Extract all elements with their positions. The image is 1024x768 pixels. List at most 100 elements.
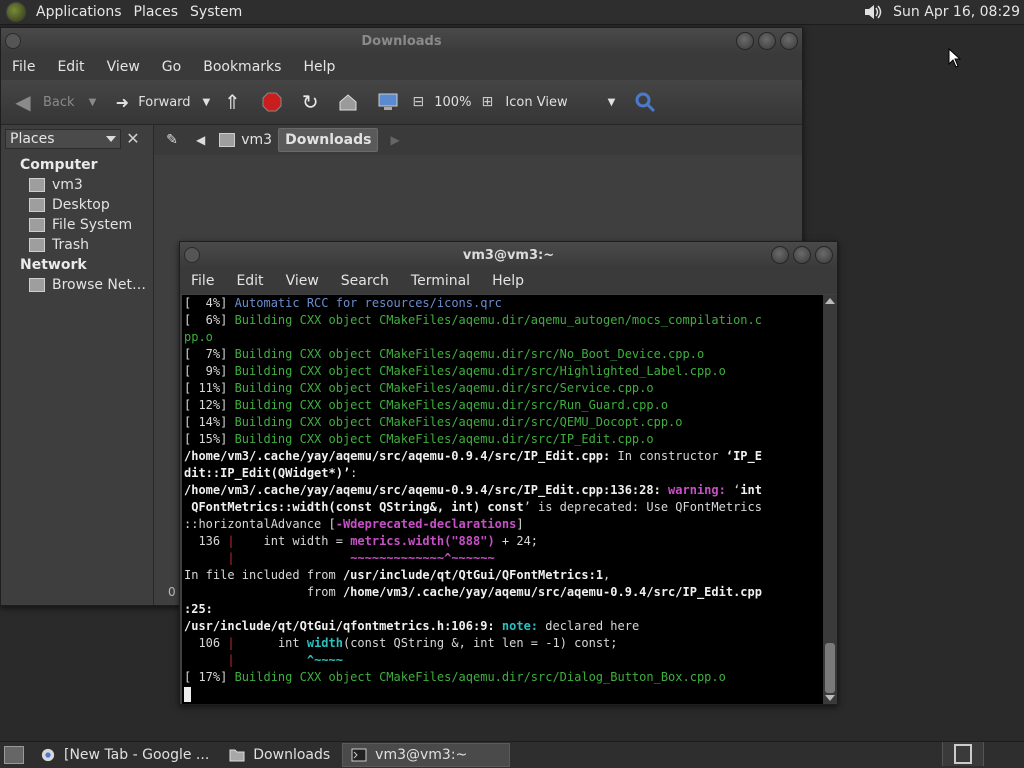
task-downloads[interactable]: Downloads bbox=[221, 744, 338, 766]
arrow-left-icon: ◀ bbox=[15, 90, 31, 114]
sidebar-heading-computer: Computer bbox=[20, 157, 98, 173]
terminal-line: [ 12%] Building CXX object CMakeFiles/aq… bbox=[182, 397, 823, 414]
terminal-text-segment: Building CXX object CMakeFiles/aqemu.dir… bbox=[234, 670, 726, 684]
forward-button[interactable]: ➜ Forward ▼ bbox=[110, 90, 211, 114]
terminal-text-segment: , bbox=[603, 568, 611, 582]
terminal-text-segment: [ 6%] bbox=[184, 313, 235, 327]
menu-edit[interactable]: Edit bbox=[225, 273, 274, 289]
stop-icon[interactable] bbox=[260, 90, 284, 114]
menu-bookmarks[interactable]: Bookmarks bbox=[192, 59, 292, 75]
sidebar-item-trash[interactable]: Trash bbox=[29, 237, 89, 253]
minimize-button[interactable] bbox=[736, 32, 754, 50]
scrollbar-thumb[interactable] bbox=[825, 643, 835, 693]
close-button[interactable] bbox=[815, 246, 833, 264]
sidebar-heading-network: Network bbox=[20, 257, 87, 273]
system-menu[interactable]: System bbox=[184, 4, 248, 20]
terminal-text-segment: :25: bbox=[184, 602, 213, 616]
window-titlebar[interactable]: Downloads bbox=[1, 28, 802, 54]
path-right-arrow[interactable]: ▶ bbox=[390, 133, 399, 147]
terminal-text-segment: [ 12%] bbox=[184, 398, 235, 412]
task-chrome[interactable]: [New Tab - Google ... bbox=[32, 744, 217, 766]
minimize-button[interactable] bbox=[771, 246, 789, 264]
terminal-text-segment: warning: bbox=[660, 483, 734, 497]
path-left-arrow[interactable]: ◀ bbox=[196, 133, 205, 147]
applications-menu[interactable]: Applications bbox=[30, 4, 128, 20]
terminal-text-segment: In file included from bbox=[184, 568, 343, 582]
home-icon[interactable] bbox=[336, 90, 360, 114]
terminal-line: [ 4%] Automatic RCC for resources/icons.… bbox=[182, 295, 823, 312]
menu-terminal[interactable]: Terminal bbox=[400, 273, 481, 289]
menu-view[interactable]: View bbox=[96, 59, 151, 75]
terminal-lines: [ 4%] Automatic RCC for resources/icons.… bbox=[182, 295, 823, 686]
scroll-down-icon[interactable] bbox=[825, 695, 835, 701]
mouse-pointer-icon bbox=[948, 48, 962, 68]
window-title: vm3@vm3:~ bbox=[462, 247, 555, 263]
terminal-text-segment: /usr/include/qt/QtGui/qfontmetrics.h:106… bbox=[184, 619, 495, 633]
terminal-line: 136 | int width = metrics.width("888") +… bbox=[182, 533, 823, 550]
terminal-text-segment: ::horizontalAdvance [ bbox=[184, 517, 336, 531]
menu-help[interactable]: Help bbox=[481, 273, 535, 289]
crumb-vm3[interactable]: vm3 bbox=[213, 129, 278, 151]
terminal-text-segment: | bbox=[227, 534, 235, 548]
places-menu[interactable]: Places bbox=[128, 4, 185, 20]
window-menu-button[interactable] bbox=[184, 247, 200, 263]
terminal-text-segment: ’ is deprecated: Use QFontMetrics bbox=[523, 500, 762, 514]
task-terminal[interactable]: vm3@vm3:~ bbox=[342, 743, 511, 767]
crumb-downloads[interactable]: Downloads bbox=[278, 128, 379, 152]
distro-logo-icon[interactable] bbox=[6, 2, 26, 22]
volume-icon[interactable] bbox=[863, 3, 883, 21]
zoom-out-icon[interactable]: ⊟ bbox=[406, 90, 430, 114]
edit-location-icon[interactable]: ✎ bbox=[160, 128, 184, 152]
terminal-output[interactable]: [ 4%] Automatic RCC for resources/icons.… bbox=[182, 295, 823, 704]
sidebar-item-desktop[interactable]: Desktop bbox=[29, 197, 110, 213]
terminal-line: :25: bbox=[182, 601, 823, 618]
terminal-line: | ~~~~~~~~~~~~~^~~~~~~ bbox=[182, 550, 823, 567]
workspace-switcher[interactable] bbox=[942, 742, 1024, 768]
computer-icon[interactable] bbox=[376, 90, 400, 114]
sidebar-item-file-system[interactable]: File System bbox=[29, 217, 132, 233]
window-menu-button[interactable] bbox=[5, 33, 21, 49]
show-desktop-button[interactable] bbox=[4, 746, 24, 764]
menu-go[interactable]: Go bbox=[151, 59, 192, 75]
terminal-line: | ^~~~~ bbox=[182, 652, 823, 669]
workspace-1[interactable] bbox=[942, 742, 983, 766]
sidebar-places-select[interactable]: Places bbox=[5, 129, 121, 149]
forward-dropdown-icon[interactable]: ▼ bbox=[203, 97, 211, 108]
view-mode-select[interactable]: Icon View ▼ bbox=[505, 95, 615, 110]
terminal-text-segment: from bbox=[184, 585, 343, 599]
terminal-text-segment: ‘IP_E bbox=[725, 449, 762, 463]
reload-icon[interactable]: ↻ bbox=[298, 90, 322, 114]
menu-file[interactable]: File bbox=[180, 273, 225, 289]
workspace-2[interactable] bbox=[983, 742, 1024, 766]
maximize-button[interactable] bbox=[758, 32, 776, 50]
trash-icon bbox=[29, 238, 45, 252]
close-button[interactable] bbox=[780, 32, 798, 50]
back-button[interactable]: ◀ Back ▼ bbox=[11, 90, 96, 114]
search-icon[interactable] bbox=[633, 90, 657, 114]
clock[interactable]: Sun Apr 16, 08:29 bbox=[893, 4, 1024, 20]
terminal-line: /home/vm3/.cache/yay/aqemu/src/aqemu-0.9… bbox=[182, 482, 823, 499]
terminal-text-segment: Building CXX object CMakeFiles/aqemu.dir… bbox=[234, 415, 683, 429]
toolbar: ◀ Back ▼ ➜ Forward ▼ ⇑ ↻ ⊟ 100% ⊞ Icon V… bbox=[1, 80, 802, 125]
terminal-text-segment: [ 4%] bbox=[184, 296, 235, 310]
menu-view[interactable]: View bbox=[275, 273, 330, 289]
terminal-text-segment: Building CXX object CMakeFiles/aqemu.dir… bbox=[234, 432, 654, 446]
back-dropdown-icon[interactable]: ▼ bbox=[89, 97, 97, 108]
menu-file[interactable]: File bbox=[1, 59, 46, 75]
zoom-in-icon[interactable]: ⊞ bbox=[475, 90, 499, 114]
scroll-up-icon[interactable] bbox=[825, 298, 835, 304]
maximize-button[interactable] bbox=[793, 246, 811, 264]
sidebar-item-vm3[interactable]: vm3 bbox=[29, 177, 83, 193]
terminal-text-segment: Building CXX object CMakeFiles/aqemu.dir… bbox=[234, 381, 654, 395]
menu-help[interactable]: Help bbox=[292, 59, 346, 75]
terminal-line: [ 11%] Building CXX object CMakeFiles/aq… bbox=[182, 380, 823, 397]
sidebar-item-browse-network[interactable]: Browse Net… bbox=[29, 277, 146, 293]
close-icon[interactable]: ✕ bbox=[125, 131, 141, 147]
menu-edit[interactable]: Edit bbox=[46, 59, 95, 75]
window-titlebar[interactable]: vm3@vm3:~ bbox=[180, 242, 837, 268]
menu-search[interactable]: Search bbox=[330, 273, 400, 289]
terminal-scrollbar[interactable] bbox=[823, 295, 837, 704]
network-icon bbox=[29, 278, 45, 292]
up-icon[interactable]: ⇑ bbox=[220, 90, 244, 114]
sidebar: Places ✕ Computer vm3 Desktop File Syste… bbox=[1, 125, 154, 605]
